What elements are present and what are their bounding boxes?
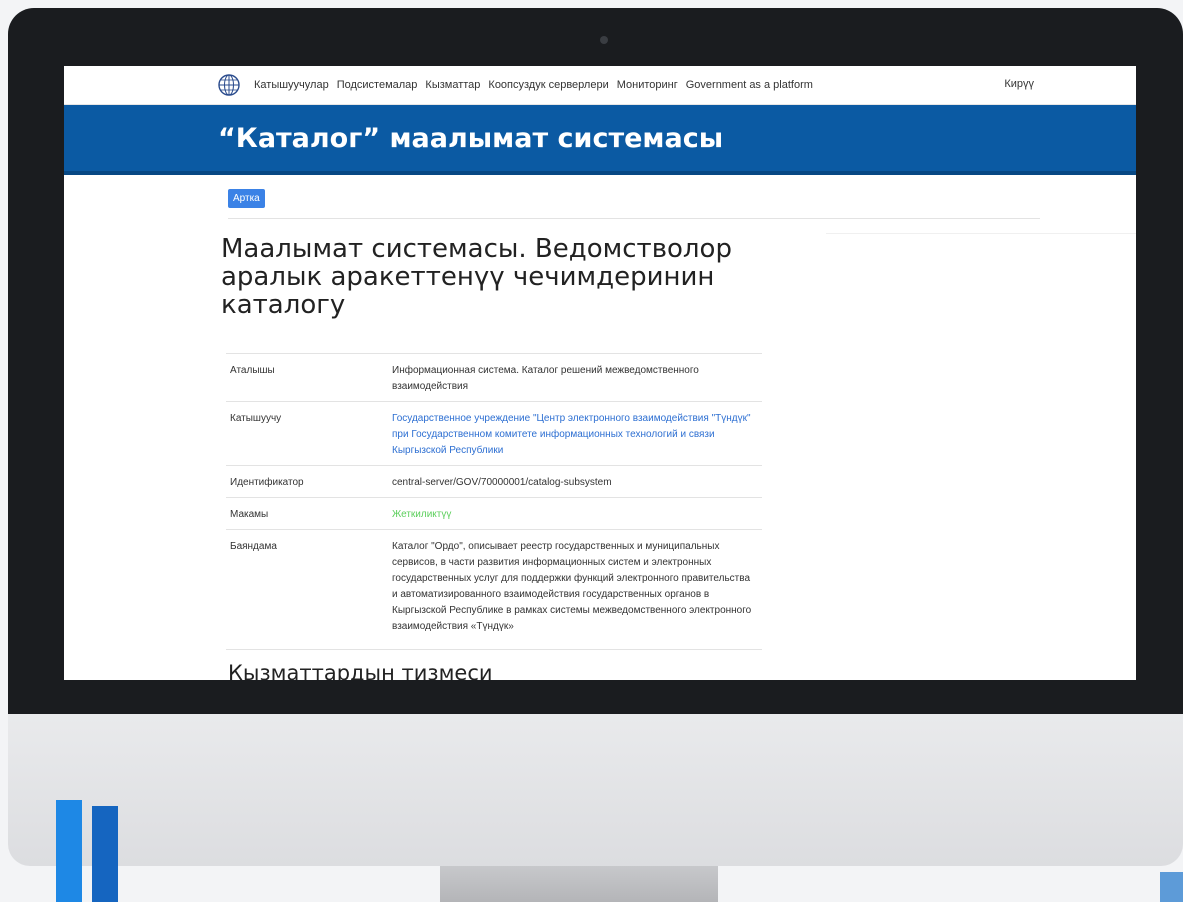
row-value: central-server/GOV/70000001/catalog-subs… [384, 465, 762, 498]
row-label: Макамы [226, 497, 384, 530]
status-value: Жеткиликтүү [384, 497, 762, 530]
page-banner: “Каталог” маалымат системасы [64, 105, 1136, 175]
table-row: Аталышы Информационная система. Каталог … [226, 353, 762, 402]
globe-logo-icon[interactable] [218, 74, 240, 96]
nav-services[interactable]: Кызматтар [425, 79, 480, 91]
monitor-chin [8, 714, 1183, 866]
decor-bar [1160, 872, 1183, 902]
monitor-stand [440, 866, 718, 902]
camera-icon [600, 36, 608, 44]
screen: Катышуучулар Подсистемалар Кызматтар Коо… [64, 66, 1136, 680]
top-navbar: Катышуучулар Подсистемалар Кызматтар Коо… [64, 66, 1136, 105]
table-row: Катышуучу Государственное учреждение "Це… [226, 401, 762, 466]
row-label: Баяндама [226, 529, 384, 650]
row-label: Идентификатор [226, 465, 384, 498]
row-label: Катышуучу [226, 401, 384, 466]
nav-government-platform[interactable]: Government as a platform [686, 79, 813, 91]
table-row: Идентификатор central-server/GOV/7000000… [226, 465, 762, 498]
divider [826, 233, 1136, 234]
participant-link[interactable]: Государственное учреждение "Центр электр… [384, 401, 762, 466]
back-button[interactable]: Артка [228, 189, 265, 208]
nav-security-servers[interactable]: Коопсуздук серверлери [488, 79, 608, 91]
decor-bar [92, 806, 118, 902]
nav-monitoring[interactable]: Мониторинг [617, 79, 678, 91]
table-row: Баяндама Каталог "Ордо", описывает реест… [226, 529, 762, 650]
nav-participants[interactable]: Катышуучулар [254, 79, 329, 91]
nav-subsystems[interactable]: Подсистемалар [337, 79, 418, 91]
decor-bar [56, 800, 82, 902]
login-link[interactable]: Кирүү [1004, 78, 1034, 90]
divider [228, 218, 1040, 219]
row-label: Аталышы [226, 353, 384, 402]
info-table: Аталышы Информационная система. Каталог … [226, 353, 762, 650]
row-value: Каталог "Ордо", описывает реестр государ… [384, 529, 762, 650]
banner-title: “Каталог” маалымат системасы [218, 122, 724, 154]
table-row: Макамы Жеткиликтүү [226, 497, 762, 530]
services-list-title: Кызматтардын тизмеси [228, 661, 493, 680]
row-value: Информационная система. Каталог решений … [384, 353, 762, 402]
page-title: Маалымат системасы. Ведомстволор аралык … [221, 234, 732, 320]
